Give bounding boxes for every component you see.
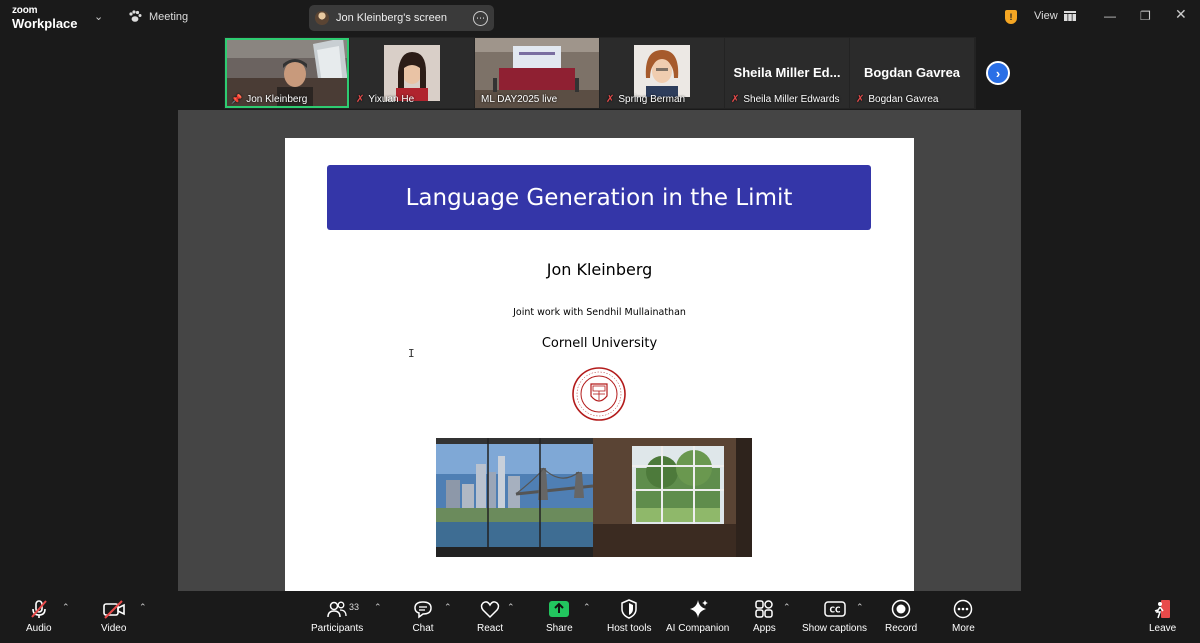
chat-icon xyxy=(414,601,432,619)
minimize-icon[interactable]: — xyxy=(1104,9,1116,23)
close-icon[interactable]: ✕ xyxy=(1175,6,1187,23)
mic-muted-icon: ✗ xyxy=(856,94,865,105)
participant-tile[interactable]: ML DAY2025 live xyxy=(475,38,599,108)
more-options-icon[interactable]: ⋯ xyxy=(473,10,488,26)
apps-options-caret-icon[interactable]: ⌃ xyxy=(783,602,791,613)
slide-author: Jon Kleinberg xyxy=(546,260,653,279)
cornell-seal-icon xyxy=(572,367,626,421)
captions-icon: CC xyxy=(823,601,846,617)
campus-photos xyxy=(436,438,752,557)
host-tools-button[interactable]: Host tools xyxy=(607,597,651,639)
audio-options-caret-icon[interactable]: ⌃ xyxy=(62,602,70,613)
leave-button[interactable]: Leave xyxy=(1149,597,1176,639)
participants-icon xyxy=(327,601,347,618)
chat-button[interactable]: Chat xyxy=(412,597,434,639)
top-bar: zoom Workplace ⌄ Meeting Jon Kleinberg's… xyxy=(0,0,1200,36)
participants-options-caret-icon[interactable]: ⌃ xyxy=(374,602,382,613)
slide-joint-work: Joint work with Sendhil Mullainathan xyxy=(513,307,686,318)
slide-university: Cornell University xyxy=(541,336,658,351)
more-icon xyxy=(954,599,973,619)
shield-icon xyxy=(621,599,637,619)
grid-icon xyxy=(1063,11,1076,21)
more-button[interactable]: More xyxy=(952,597,975,639)
zoom-logo[interactable]: zoom Workplace xyxy=(12,6,78,31)
audio-button[interactable]: Audio xyxy=(26,597,52,639)
participant-name: ✗ Sheila Miller Edwards xyxy=(731,94,840,105)
gallery-next-button[interactable]: › xyxy=(986,61,1010,85)
svg-text:CC: CC xyxy=(829,606,841,615)
participant-name: ✗ Spring Berman xyxy=(606,94,686,105)
participant-name: ✗ Bogdan Gavrea xyxy=(856,94,939,105)
text-cursor-icon: I xyxy=(408,347,415,360)
slide-title: Language Generation in the Limit xyxy=(327,165,871,230)
captions-options-caret-icon[interactable]: ⌃ xyxy=(856,602,864,613)
participant-name: ML DAY2025 live xyxy=(481,94,558,105)
react-options-caret-icon[interactable]: ⌃ xyxy=(507,602,515,613)
video-options-caret-icon[interactable]: ⌃ xyxy=(139,602,147,613)
paw-icon xyxy=(129,10,142,22)
view-menu[interactable]: View xyxy=(1034,10,1076,22)
presentation-slide: Language Generation in the Limit Jon Kle… xyxy=(285,138,914,591)
meeting-toolbar: Audio ⌃ Video ⌃ Participants 33 ⌃ Chat ⌃… xyxy=(0,591,1200,643)
chevron-right-icon: › xyxy=(995,65,1001,81)
gallery-strip: 📌 Jon Kleinberg ✗ Yixuan He ML DAY2025 l… xyxy=(224,37,976,109)
meeting-menu[interactable]: Meeting xyxy=(128,10,188,23)
heart-icon xyxy=(480,601,500,619)
apps-icon xyxy=(755,600,774,618)
participant-display-name: Sheila Miller Ed... xyxy=(733,65,841,80)
participant-tile[interactable]: ✗ Yixuan He xyxy=(350,38,474,108)
participants-count: 33 xyxy=(349,602,360,612)
mic-muted-icon: ✗ xyxy=(606,94,615,105)
chat-options-caret-icon[interactable]: ⌃ xyxy=(444,602,452,613)
share-pill-label: Jon Kleinberg's screen xyxy=(336,12,447,24)
sparkle-icon xyxy=(689,600,708,618)
participant-name: ✗ Yixuan He xyxy=(356,94,415,105)
screen-share-pill[interactable]: Jon Kleinberg's screen ⋯ xyxy=(309,5,494,31)
video-button[interactable]: Video xyxy=(101,597,126,639)
participant-display-name: Bogdan Gavrea xyxy=(863,65,961,80)
record-icon xyxy=(891,599,911,619)
react-button[interactable]: React xyxy=(477,597,503,639)
leave-icon xyxy=(1154,600,1170,619)
share-button[interactable]: Share xyxy=(546,597,573,639)
participant-name: 📌 Jon Kleinberg xyxy=(231,94,308,105)
meeting-label: Meeting xyxy=(149,10,189,23)
mic-muted-icon: ✗ xyxy=(356,94,365,105)
participant-tile[interactable]: 📌 Jon Kleinberg xyxy=(225,38,349,108)
mic-muted-icon: ✗ xyxy=(731,94,740,105)
avatar xyxy=(315,11,329,25)
restore-icon[interactable]: ❐ xyxy=(1140,9,1151,23)
video-off-icon xyxy=(102,600,125,619)
ai-companion-button[interactable]: AI Companion xyxy=(666,597,729,639)
participant-tile[interactable]: ✗ Spring Berman xyxy=(600,38,724,108)
apps-button[interactable]: Apps xyxy=(753,597,776,639)
record-button[interactable]: Record xyxy=(885,597,917,639)
mic-muted-icon xyxy=(31,600,47,618)
share-options-caret-icon[interactable]: ⌃ xyxy=(583,602,591,613)
pin-icon: 📌 xyxy=(231,94,243,104)
participant-tile[interactable]: Sheila Miller Ed... ✗ Sheila Miller Edwa… xyxy=(725,38,849,108)
participant-tile[interactable]: Bogdan Gavrea ✗ Bogdan Gavrea xyxy=(850,38,974,108)
share-screen-icon xyxy=(549,601,570,617)
security-shield-icon[interactable]: ! xyxy=(1005,10,1017,24)
chevron-down-icon[interactable]: ⌄ xyxy=(94,10,103,23)
view-label: View xyxy=(1034,10,1058,22)
